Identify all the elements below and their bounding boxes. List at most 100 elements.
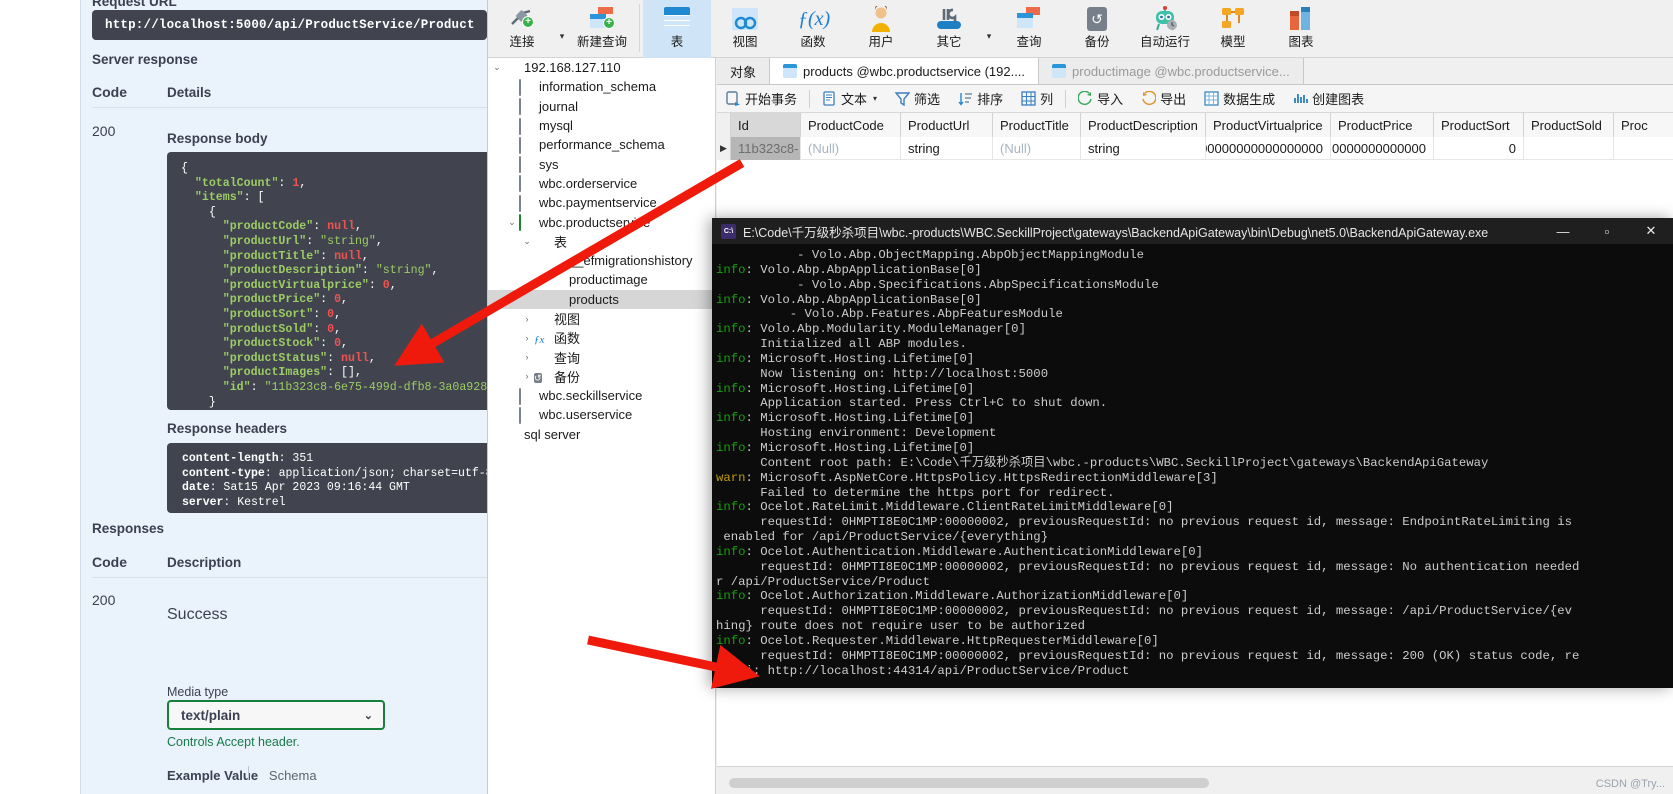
grid-tool-data-generation[interactable]: 数据生成 [1195, 85, 1284, 113]
tree-node-mysql[interactable]: mysql [488, 116, 715, 135]
toolbar-item-function-fx[interactable]: ƒ(x) 函数 [779, 0, 847, 58]
grid-tool-columns[interactable]: 列 [1012, 85, 1062, 113]
column-header-ProductPrice[interactable]: ProductPrice [1331, 113, 1434, 137]
grid-tool-filter[interactable]: 筛选 [886, 85, 949, 113]
horizontal-scrollbar[interactable] [729, 778, 1209, 788]
toolbar-item-table[interactable]: 表 [643, 0, 711, 58]
tree-expander[interactable]: ⌄ [490, 62, 504, 73]
toolbar-item-connection-plus[interactable]: + 连接 [488, 0, 556, 58]
sort-icon [958, 91, 973, 106]
toolbar-dropdown-arrow[interactable]: ▾ [983, 31, 995, 42]
column-header-ProductCode[interactable]: ProductCode [801, 113, 901, 137]
tab-2[interactable]: productimage @wbc.productservice... [1039, 58, 1304, 84]
grid-cell[interactable]: 00000000000000000 [1206, 137, 1331, 160]
grid-cell[interactable]: string [901, 137, 993, 160]
media-type-select[interactable]: text/plain ⌄ [167, 700, 385, 730]
tree-expander[interactable]: ⌄ [505, 217, 519, 228]
toolbar-item-automation-robot[interactable]: 自动运行 [1131, 0, 1199, 58]
tab-schema[interactable]: Schema [269, 768, 317, 783]
backup-icon: ↺ [1087, 7, 1107, 31]
grid-tool-transaction[interactable]: 开始事务 [717, 85, 806, 113]
toolbar-item-tools[interactable]: 其它 [915, 0, 983, 58]
tree-node-products[interactable]: products [488, 289, 715, 309]
tree-node-sqlserver[interactable]: sql server [488, 425, 715, 444]
toolbar-item-query[interactable]: 查询 [995, 0, 1063, 58]
grid-rows[interactable]: ▶ 11b323c8- (Null) string (Null) string 000000… [717, 137, 1673, 160]
tree-expander[interactable]: › [520, 352, 534, 362]
column-header-ProductDescription[interactable]: ProductDescription [1081, 113, 1206, 137]
maximize-button[interactable]: ▫ [1585, 218, 1629, 244]
column-header-ProductSold[interactable]: ProductSold [1524, 113, 1614, 137]
close-button[interactable]: ✕ [1629, 218, 1673, 244]
tab-0[interactable]: 对象 [717, 58, 771, 84]
tree-node-sys[interactable]: sys [488, 154, 715, 174]
tree-node-wbc.seckillservice[interactable]: wbc.seckillservice [488, 386, 715, 405]
connection-plus-icon: + [509, 8, 534, 28]
tree-node-[interactable]: › ↺ 备份 [488, 367, 715, 386]
grid-cell[interactable]: (Null) [993, 137, 1081, 160]
toolbar-item-view[interactable]: 视图 [711, 0, 779, 58]
tab-divider [248, 766, 249, 780]
minimize-button[interactable]: — [1541, 218, 1585, 244]
tree-expander[interactable]: › [520, 314, 534, 324]
tree-node-[interactable]: › 查询 [488, 347, 715, 366]
toolbar-item-backup[interactable]: ↺ 备份 [1063, 0, 1131, 58]
toolbar-dropdown-arrow[interactable]: ▾ [556, 31, 568, 42]
table-row[interactable]: ▶ 11b323c8- (Null) string (Null) string 000000… [717, 137, 1673, 160]
database-icon [519, 136, 534, 154]
grid-cell[interactable]: (Null) [801, 137, 901, 160]
toolbar-item-model[interactable]: 模型 [1199, 0, 1267, 58]
tree-node-wbc.productservice[interactable]: ⌄ wbc.productservice [488, 212, 715, 232]
tables-folder-icon [534, 234, 549, 248]
toolbar-item-chart[interactable]: 图表 [1267, 0, 1335, 58]
tree-node-[interactable]: ⌄ 表 [488, 232, 715, 251]
tree-node-[interactable]: › 视图 [488, 309, 715, 328]
column-header-Proc[interactable]: Proc [1614, 113, 1673, 137]
connection-tree[interactable]: ⌄ 192.168.127.110 information_schema journa… [488, 58, 716, 794]
tree-node-__efmigrationshistory[interactable]: __efmigrationshistory [488, 251, 715, 270]
columns-icon [1021, 91, 1036, 106]
grid-tool-text[interactable]: 文本 ▾ [813, 85, 886, 113]
grid-cell[interactable]: 11b323c8- [731, 137, 801, 160]
grid-cell[interactable]: string [1081, 137, 1206, 160]
column-header-ProductSort[interactable]: ProductSort [1434, 113, 1524, 137]
toolbar-item-new-query[interactable]: + 新建查询 [568, 0, 636, 58]
grid-tool-label: 创建图表 [1312, 92, 1365, 107]
toolbar-item-label: 模型 [1220, 35, 1246, 49]
response-body-code: { "totalCount": 1, "items": [ { "product… [167, 152, 487, 410]
tree-node-wbc.userservice[interactable]: wbc.userservice [488, 405, 715, 424]
grid-tool-label: 导出 [1160, 92, 1187, 107]
column-header-Id[interactable]: Id [731, 113, 801, 137]
tree-node-[interactable]: › ƒx 函数 [488, 328, 715, 347]
chevron-down-icon[interactable]: ▾ [873, 94, 877, 103]
tab-1[interactable]: products @wbc.productservice (192.... [770, 58, 1040, 84]
column-header-ProductUrl[interactable]: ProductUrl [901, 113, 993, 137]
grid-cell[interactable]: 0 [1434, 137, 1524, 160]
tree-expander[interactable]: › [520, 371, 534, 381]
grid-cell[interactable] [1614, 137, 1673, 160]
tree-node-journal[interactable]: journal [488, 97, 715, 116]
tree-node-label: wbc.productservice [539, 214, 651, 230]
grid-tool-export[interactable]: 导出 [1132, 85, 1195, 113]
grid-tool-sort[interactable]: 排序 [949, 85, 1012, 113]
grid-cell[interactable]: 0000000000000 [1331, 137, 1434, 160]
tab-example-value[interactable]: Example Value [167, 768, 258, 783]
tree-node-performance_schema[interactable]: performance_schema [488, 135, 715, 154]
grid-tool-label: 数据生成 [1223, 92, 1276, 107]
toolbar-item-user[interactable]: 用户 [847, 0, 915, 58]
grid-cell[interactable] [1524, 137, 1614, 160]
column-header-ProductTitle[interactable]: ProductTitle [993, 113, 1081, 137]
tree-node-wbc.orderservice[interactable]: wbc.orderservice [488, 174, 715, 193]
tree-node-information_schema[interactable]: information_schema [488, 77, 715, 96]
tree-node-wbc.paymentservice[interactable]: wbc.paymentservice [488, 193, 715, 212]
grid-tool-create-chart[interactable]: 创建图表 [1284, 85, 1373, 113]
tree-node-productimage[interactable]: productimage [488, 270, 715, 289]
tree-node-label: wbc.seckillservice [539, 388, 643, 404]
column-header-ProductVirtualprice[interactable]: ProductVirtualprice [1206, 113, 1331, 137]
tree-expander[interactable]: ⌄ [520, 236, 534, 247]
example-value-schema-tabs[interactable]: Example Value Schema [167, 768, 317, 783]
grid-tool-import[interactable]: 导入 [1069, 85, 1132, 113]
database-icon [519, 175, 534, 193]
tree-node-192.168.127.110[interactable]: ⌄ 192.168.127.110 [488, 58, 715, 77]
tree-expander[interactable]: › [520, 333, 534, 343]
